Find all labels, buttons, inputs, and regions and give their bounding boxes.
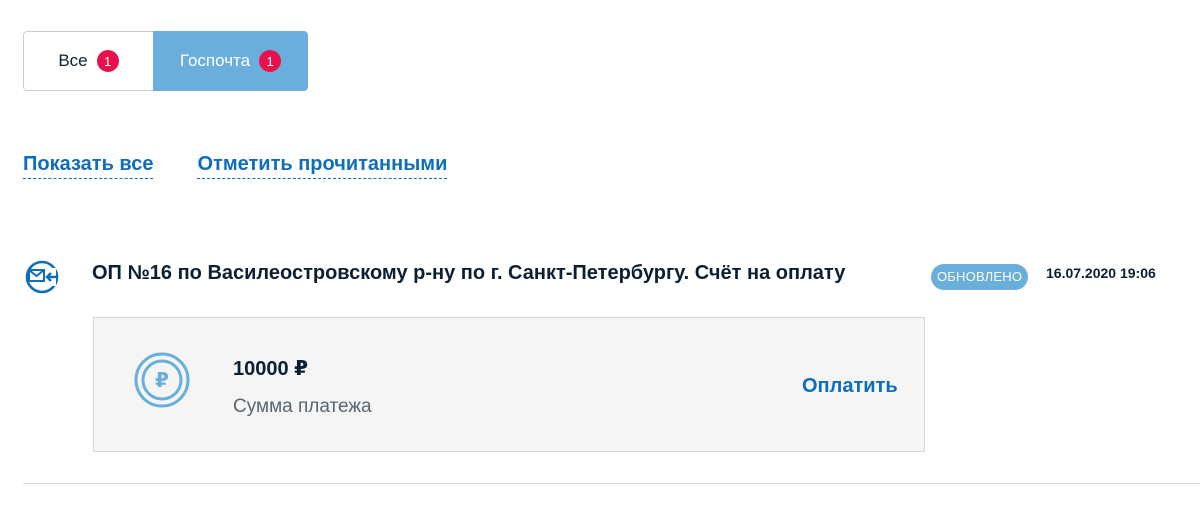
notification-datetime: 16.07.2020 19:06	[1046, 265, 1156, 281]
tab-gospochta-count-badge: 1	[259, 50, 282, 72]
pay-button[interactable]: Оплатить	[802, 375, 898, 398]
status-badge: ОБНОВЛЕНО	[931, 264, 1029, 290]
tab-all[interactable]: Все 1	[23, 31, 153, 91]
action-links: Показать все Отметить прочитанными	[23, 152, 448, 179]
divider	[23, 483, 1200, 484]
show-all-link[interactable]: Показать все	[23, 152, 154, 179]
tab-all-count-badge: 1	[96, 50, 119, 72]
svg-text:₽: ₽	[155, 368, 169, 392]
tab-bar: Все 1 Госпочта 1	[23, 31, 308, 91]
tab-gospochta[interactable]: Госпочта 1	[153, 31, 308, 91]
tab-gospochta-label: Госпочта	[179, 51, 251, 70]
tab-all-label: Все	[58, 51, 88, 70]
notification-title[interactable]: ОП №16 по Василеостровскому р-ну по г. С…	[92, 262, 845, 285]
payment-amount: 10000 ₽	[233, 358, 309, 380]
ruble-coin-icon: ₽	[134, 352, 190, 408]
payment-amount-label: Сумма платежа	[233, 396, 372, 417]
payment-card: ₽ 10000 ₽ Сумма платежа Оплатить	[93, 317, 925, 452]
mail-incoming-icon	[25, 260, 59, 294]
mark-read-link[interactable]: Отметить прочитанными	[197, 152, 448, 179]
